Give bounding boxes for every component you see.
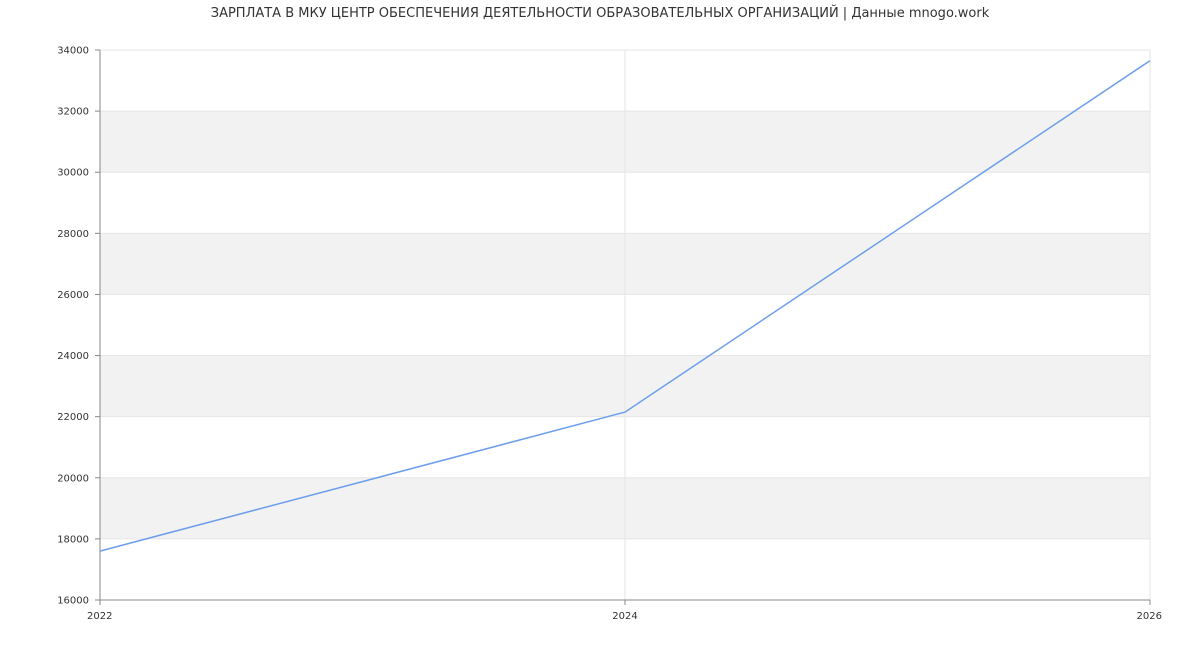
line-chart: 16000 18000 20000 22000 24000 26000 28000 30000… — [57, 46, 1162, 623]
y-tick-label: 34000 — [57, 46, 89, 57]
y-tick-label: 28000 — [57, 229, 89, 240]
y-tick-label: 24000 — [57, 351, 89, 362]
y-tick-label: 18000 — [57, 534, 89, 545]
y-tick-label: 32000 — [57, 107, 89, 118]
x-tick-labels: 2022 2024 2026 — [87, 611, 1162, 622]
y-tick-label: 16000 — [57, 596, 89, 607]
y-tick-label: 22000 — [57, 412, 89, 423]
y-tick-label: 26000 — [57, 290, 89, 301]
y-tick-labels: 16000 18000 20000 22000 24000 26000 28000 30000… — [57, 46, 89, 607]
x-tick-label: 2026 — [1137, 611, 1162, 622]
x-tick-label: 2024 — [612, 611, 637, 622]
y-tick-label: 30000 — [57, 168, 89, 179]
x-tick-label: 2022 — [87, 611, 112, 622]
y-tick-label: 20000 — [57, 473, 89, 484]
